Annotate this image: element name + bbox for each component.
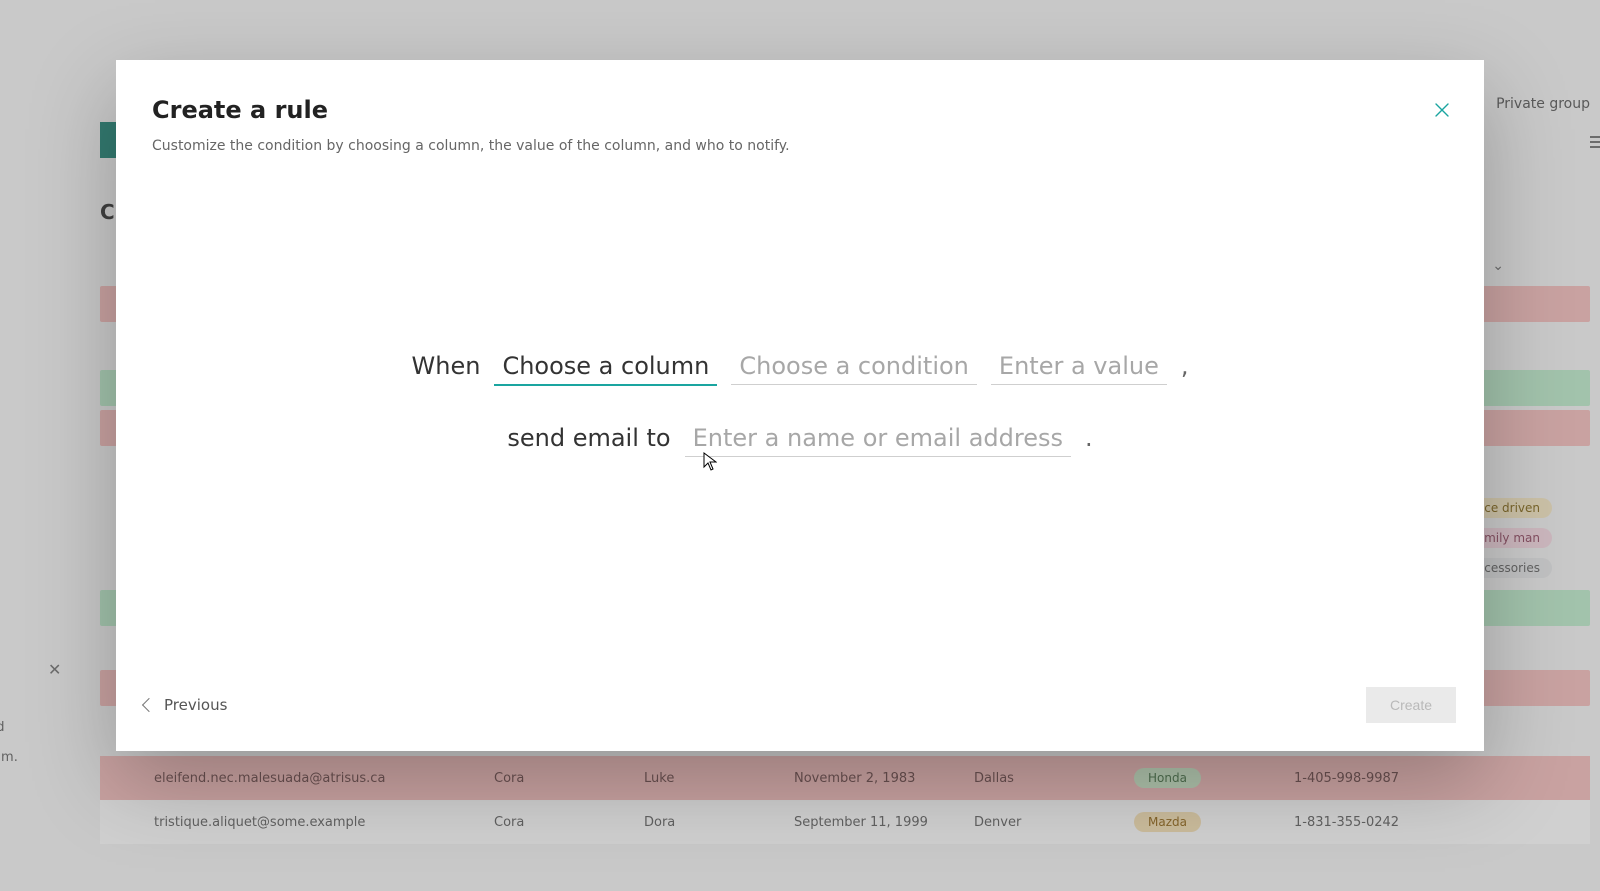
close-button[interactable]	[1428, 96, 1456, 124]
modal-footer: Previous Create	[116, 665, 1484, 751]
modal-body: When Choose a column Choose a condition …	[116, 162, 1484, 665]
comma: ,	[1181, 352, 1189, 380]
create-button[interactable]: Create	[1366, 687, 1456, 723]
close-icon	[1434, 102, 1450, 118]
enter-value-slot[interactable]: Enter a value	[991, 350, 1167, 385]
chevron-left-icon	[142, 698, 156, 712]
modal-subtitle: Customize the condition by choosing a co…	[152, 138, 1448, 154]
modal-title: Create a rule	[152, 96, 1448, 124]
previous-label: Previous	[164, 696, 227, 714]
modal-header: Create a rule Customize the condition by…	[116, 60, 1484, 162]
choose-condition-slot[interactable]: Choose a condition	[731, 350, 977, 385]
choose-column-slot[interactable]: Choose a column	[494, 350, 717, 386]
condition-line: When Choose a column Choose a condition …	[412, 350, 1189, 386]
previous-button[interactable]: Previous	[144, 696, 227, 714]
recipient-slot[interactable]: Enter a name or email address	[685, 422, 1071, 457]
create-rule-modal: Create a rule Customize the condition by…	[116, 60, 1484, 751]
send-label: send email to	[507, 424, 670, 452]
action-line: send email to Enter a name or email addr…	[507, 422, 1092, 457]
when-label: When	[412, 352, 481, 380]
period: .	[1085, 424, 1093, 452]
